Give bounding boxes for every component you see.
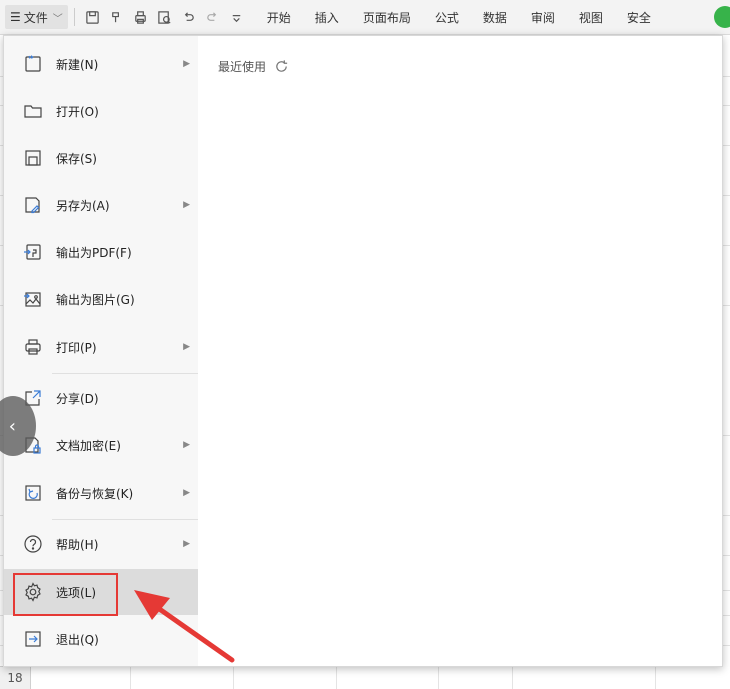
row-header[interactable]: 18: [0, 666, 31, 689]
tab-security[interactable]: 安全: [627, 9, 651, 26]
undo-icon[interactable]: [179, 7, 199, 27]
menu-item-backup[interactable]: 备份与恢复(K) ▶: [4, 470, 198, 516]
recent-files-header: 最近使用: [218, 58, 289, 75]
submenu-arrow-icon: ▶: [183, 488, 190, 498]
menu-item-label: 另存为(A): [56, 198, 110, 213]
export-image-icon: [22, 288, 44, 310]
menu-item-label: 备份与恢复(K): [56, 486, 134, 501]
menu-item-new[interactable]: 新建(N) ▶: [4, 41, 198, 87]
chevron-left-icon: ‹: [8, 415, 16, 437]
menu-item-save[interactable]: 保存(S): [4, 135, 198, 181]
save-icon: [22, 147, 44, 169]
help-icon: [22, 533, 44, 555]
menu-item-label: 打开(O): [56, 104, 99, 119]
highlight-box: [13, 573, 118, 616]
folder-open-icon: [22, 100, 44, 122]
exit-icon: [22, 628, 44, 650]
menu-item-label: 输出为图片(G): [56, 292, 135, 307]
submenu-arrow-icon: ▶: [183, 342, 190, 352]
customize-toolbar-icon[interactable]: [227, 7, 247, 27]
save-as-icon: [22, 194, 44, 216]
menu-divider: [52, 373, 198, 374]
menu-item-label: 打印(P): [56, 340, 97, 355]
format-painter-icon[interactable]: [107, 7, 127, 27]
menu-divider: [52, 519, 198, 520]
menu-item-label: 新建(N): [56, 57, 99, 72]
menu-item-label: 分享(D): [56, 391, 99, 406]
menu-item-export-image[interactable]: 输出为图片(G): [4, 276, 198, 322]
tab-view[interactable]: 视图: [579, 9, 603, 26]
hamburger-icon: ☰: [10, 10, 21, 24]
chevron-down-icon[interactable]: ﹀: [53, 10, 63, 25]
partial-cell-content: [722, 375, 730, 435]
status-indicator[interactable]: [714, 6, 730, 28]
tab-home[interactable]: 开始: [267, 9, 291, 26]
redo-icon[interactable]: [203, 7, 223, 27]
menu-item-open[interactable]: 打开(O): [4, 88, 198, 134]
file-menu-button[interactable]: ☰ 文件 ﹀: [5, 5, 68, 29]
menu-item-label: 帮助(H): [56, 537, 99, 552]
new-file-icon: [22, 53, 44, 75]
file-menu-panel: 新建(N) ▶ 打开(O) 保存(S) 另存为(A) ▶ 输出为PDF(F) 输…: [0, 35, 723, 667]
submenu-arrow-icon: ▶: [183, 539, 190, 549]
menu-item-label: 输出为PDF(F): [56, 245, 132, 260]
menu-item-export-pdf[interactable]: 输出为PDF(F): [4, 229, 198, 275]
submenu-arrow-icon: ▶: [183, 59, 190, 69]
tab-formulas[interactable]: 公式: [435, 9, 459, 26]
tab-data[interactable]: 数据: [483, 9, 507, 26]
file-menu-label: 文件: [23, 10, 48, 25]
tab-insert[interactable]: 插入: [315, 9, 339, 26]
submenu-arrow-icon: ▶: [183, 200, 190, 210]
menu-item-print[interactable]: 打印(P) ▶: [4, 324, 198, 370]
menu-item-label: 保存(S): [56, 151, 97, 166]
refresh-icon[interactable]: [274, 59, 289, 74]
tab-review[interactable]: 审阅: [531, 9, 555, 26]
backup-icon: [22, 482, 44, 504]
menu-item-label: 文档加密(E): [56, 438, 121, 453]
menu-item-label: 退出(Q): [56, 632, 99, 647]
print-preview-icon[interactable]: [155, 7, 175, 27]
recent-label: 最近使用: [218, 60, 267, 74]
submenu-arrow-icon: ▶: [183, 440, 190, 450]
menu-item-save-as[interactable]: 另存为(A) ▶: [4, 182, 198, 228]
print-icon[interactable]: [131, 7, 151, 27]
annotation-arrow: [134, 590, 235, 663]
printer-icon: [22, 336, 44, 358]
export-pdf-icon: [22, 241, 44, 263]
toolbar-divider: [73, 8, 75, 26]
tab-page-layout[interactable]: 页面布局: [363, 9, 411, 26]
save-icon[interactable]: [83, 7, 103, 27]
ribbon-bar: ☰ 文件 ﹀ 开始 插入 页面布局 公式 数据 审阅 视图 安全: [0, 0, 730, 35]
